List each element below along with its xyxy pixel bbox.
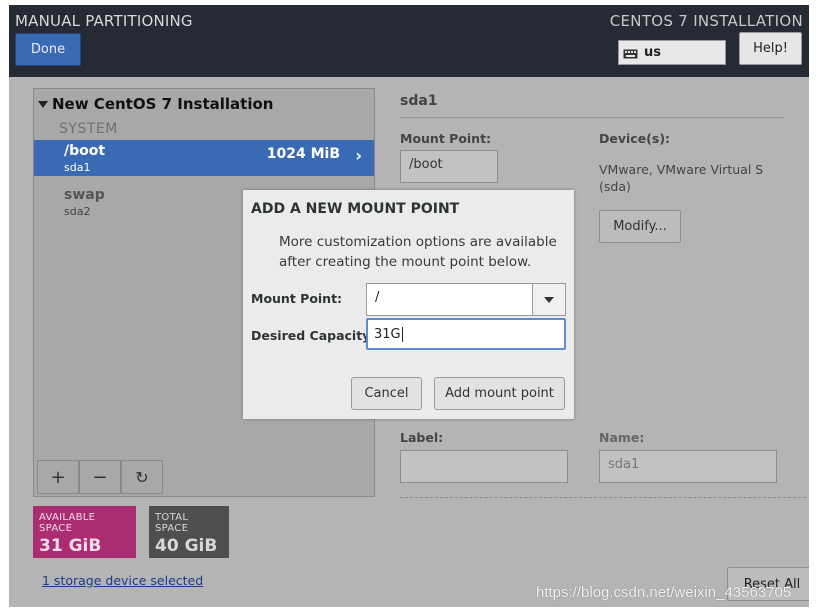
selected-partition-title: sda1 [400,93,438,109]
expander-triangle-icon [38,100,48,108]
available-space-label: AVAILABLE SPACE [39,512,96,534]
mount-point-label: Mount Point: [400,131,492,146]
mount-point-field[interactable]: /boot [400,150,498,183]
page-title: MANUAL PARTITIONING [15,12,193,30]
keyboard-layout-indicator[interactable]: us [618,40,726,65]
combo-dropdown-button[interactable] [532,284,565,315]
divider [400,117,784,118]
mount-point-size: 1024 MiB [266,146,340,162]
remove-mount-point-button[interactable]: − [79,460,121,494]
help-button[interactable]: Help! [739,32,802,65]
watermark-text: https://blog.csdn.net/weixin_43563705 [536,584,792,601]
total-space-box: TOTAL SPACE 40 GiB [149,506,229,558]
section-divider [400,497,806,498]
chevron-down-icon [544,296,554,303]
cancel-button[interactable]: Cancel [351,377,422,410]
desired-capacity-input[interactable]: 31G [366,318,566,350]
mount-point-combo[interactable]: / [366,283,566,316]
total-space-value: 40 GiB [155,536,218,556]
chevron-right-icon: › [355,146,362,165]
name-field-label: Name: [599,430,645,445]
text-caret [401,326,403,342]
devices-value-line1: VMware, VMware Virtual S [599,162,764,177]
installer-title: CENTOS 7 INSTALLATION [609,12,803,30]
name-field[interactable]: sda1 [599,450,777,483]
system-section-label: SYSTEM [59,121,118,137]
done-button[interactable]: Done [15,33,81,66]
keyboard-icon [623,48,638,58]
label-field-label: Label: [400,430,444,445]
label-field[interactable] [400,450,568,483]
add-mount-point-dialog: ADD A NEW MOUNT POINT More customization… [243,190,574,419]
devices-value-line2: (sda) [599,179,631,194]
add-mount-point-button[interactable]: + [37,460,79,494]
mount-point-name: swap [64,187,105,203]
devices-label: Device(s): [599,131,671,146]
installer-window: MANUAL PARTITIONING CENTOS 7 INSTALLATIO… [9,5,809,607]
refresh-button[interactable]: ↻ [121,460,163,494]
mount-point-combo-value[interactable]: / [367,284,532,315]
installation-expander[interactable]: New CentOS 7 Installation [38,95,273,113]
mount-point-row-boot[interactable]: /boot sda1 1024 MiB › [34,140,374,176]
dialog-capacity-label: Desired Capacity: [251,328,376,343]
installation-title: New CentOS 7 Installation [52,95,274,113]
desired-capacity-value: 31G [374,326,401,342]
modify-button[interactable]: Modify... [599,210,681,243]
keyboard-layout-value: us [644,45,661,60]
add-mount-point-confirm-button[interactable]: Add mount point [434,377,565,410]
dialog-title: ADD A NEW MOUNT POINT [251,201,460,217]
storage-devices-link[interactable]: 1 storage device selected [42,573,203,588]
mount-point-toolbar: + − ↻ [37,460,163,496]
mount-point-name: /boot [64,143,106,159]
dialog-mount-point-label: Mount Point: [251,291,343,306]
header-bar: MANUAL PARTITIONING CENTOS 7 INSTALLATIO… [9,5,809,77]
available-space-value: 31 GiB [39,536,102,556]
available-space-box: AVAILABLE SPACE 31 GiB [33,506,136,558]
mount-point-device: sda2 [64,205,91,218]
total-space-label: TOTAL SPACE [155,512,189,534]
dialog-description: More customization options are available… [279,234,557,270]
mount-point-device: sda1 [64,161,91,174]
